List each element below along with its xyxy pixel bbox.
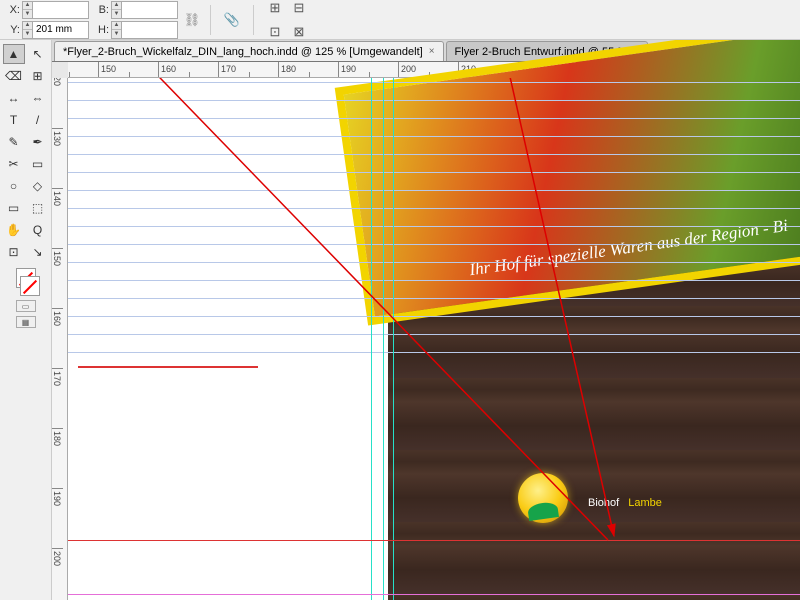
align-icon-2[interactable]: ⊟: [288, 0, 310, 19]
h-spinner[interactable]: ▲▼: [111, 21, 122, 39]
canvas[interactable]: Ihr Hof für spezielle Waren aus der Regi…: [68, 78, 800, 600]
guide-red[interactable]: [68, 540, 800, 541]
tab-label: *Flyer_2-Bruch_Wickelfalz_DIN_lang_hoch.…: [63, 46, 423, 58]
w-label: B:: [95, 4, 109, 16]
tool-7[interactable]: /: [27, 110, 49, 130]
tool-11[interactable]: ▭: [27, 154, 49, 174]
h-label: H:: [95, 24, 109, 36]
y-input[interactable]: [33, 21, 89, 39]
ruler-vertical[interactable]: 120130140150160170180190200: [52, 78, 68, 600]
view-mode-icon[interactable]: ▭: [16, 300, 36, 312]
guide-magenta[interactable]: [68, 594, 800, 595]
tool-8[interactable]: ✎: [3, 132, 25, 152]
screen-mode-icon[interactable]: ▦: [16, 316, 36, 328]
stroke-swatch[interactable]: [20, 276, 40, 296]
tool-18[interactable]: ⊡: [3, 242, 25, 262]
tool-9[interactable]: ✒: [27, 132, 49, 152]
tool-5[interactable]: ⇔: [27, 88, 49, 108]
toolbox: ▲↖⌫⊞↔⇔T/✎✒✂▭○◇▭⬚✋Q⊡↘ ▭ ▦: [0, 40, 52, 600]
tool-15[interactable]: ⬚: [27, 198, 49, 218]
tool-6[interactable]: T: [3, 110, 25, 130]
y-spinner[interactable]: ▲▼: [22, 21, 33, 39]
tool-0[interactable]: ▲: [3, 44, 25, 64]
tool-3[interactable]: ⊞: [27, 66, 49, 86]
tool-4[interactable]: ↔: [3, 88, 25, 108]
x-spinner[interactable]: ▲▼: [22, 1, 33, 19]
w-input[interactable]: [122, 1, 178, 19]
x-input[interactable]: [33, 1, 89, 19]
biohof-logo-icon: [518, 473, 568, 523]
tool-12[interactable]: ○: [3, 176, 25, 196]
tool-13[interactable]: ◇: [27, 176, 49, 196]
tool-14[interactable]: ▭: [3, 198, 25, 218]
tool-19[interactable]: ↘: [27, 242, 49, 262]
guide-red[interactable]: [78, 366, 258, 368]
h-input[interactable]: [122, 21, 178, 39]
close-icon[interactable]: ×: [429, 46, 435, 57]
attach-icon[interactable]: 📎: [221, 9, 243, 31]
tool-17[interactable]: Q: [27, 220, 49, 240]
brand-title: Biohof Lambe: [588, 473, 662, 515]
link-wh-icon[interactable]: ⛓: [184, 8, 200, 32]
y-label: Y:: [6, 24, 20, 36]
tool-2[interactable]: ⌫: [3, 66, 25, 86]
align-icon-1[interactable]: ⊞: [264, 0, 286, 19]
guide-vertical[interactable]: [371, 78, 372, 600]
w-spinner[interactable]: ▲▼: [111, 1, 122, 19]
tool-16[interactable]: ✋: [3, 220, 25, 240]
document-tab-0[interactable]: *Flyer_2-Bruch_Wickelfalz_DIN_lang_hoch.…: [54, 41, 444, 61]
guide-vertical[interactable]: [383, 78, 384, 600]
tool-1[interactable]: ↖: [27, 44, 49, 64]
tool-10[interactable]: ✂: [3, 154, 25, 174]
guide-vertical[interactable]: [393, 78, 394, 600]
x-label: X:: [6, 4, 20, 16]
